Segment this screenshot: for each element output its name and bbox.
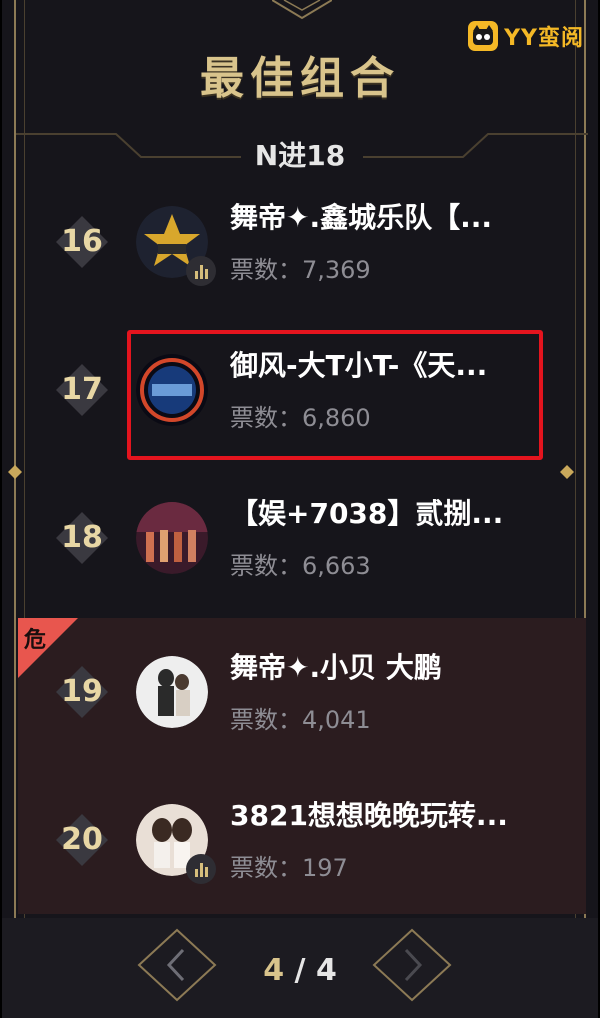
avatar[interactable] [136, 656, 208, 728]
ranking-panel: YY蛮阅 最佳组合 N进18 16 舞帝✦.鑫城乐队【... 票数：7,369 … [0, 0, 600, 1018]
rank-badge: 18 [54, 510, 110, 566]
total-pages: 4 [315, 953, 337, 988]
rank-number: 18 [61, 520, 103, 555]
rank-number: 17 [61, 372, 103, 407]
list-item[interactable]: 16 舞帝✦.鑫城乐队【... 票数：7,369 [18, 168, 586, 316]
rank-badge: 20 [54, 812, 110, 868]
avatar[interactable] [136, 502, 208, 574]
list-item-danger[interactable]: 危 19 舞帝✦.小贝 大鹏 票数：4,041 [18, 618, 586, 766]
current-page: 4 [263, 953, 285, 988]
list-item[interactable]: 18 【娱+7038】贰捌... 票数：6,663 [18, 464, 586, 612]
live-bars-icon [186, 256, 216, 286]
danger-label: 危 [24, 628, 47, 653]
list-item[interactable]: 20 3821想想晚晚玩转... 票数：197 [18, 766, 586, 914]
rank-badge: 19 [54, 664, 110, 720]
rank-number: 16 [61, 224, 103, 259]
page-title: 最佳组合 [200, 53, 400, 104]
group-name: 舞帝✦.鑫城乐队【... [230, 201, 493, 234]
group-name: 舞帝✦.小贝 大鹏 [230, 651, 442, 684]
page-indicator: 4 / 4 [2, 953, 598, 988]
group-name: 【娱+7038】贰捌... [230, 497, 504, 530]
rank-number: 19 [61, 674, 103, 709]
left-diamond-ornament [8, 465, 22, 479]
vote-count: 票数：7,369 [230, 256, 371, 284]
vote-count: 票数：6,663 [230, 552, 371, 580]
highlight-box [127, 330, 543, 460]
rank-number: 20 [61, 822, 103, 857]
rank-badge: 17 [54, 362, 110, 418]
right-diamond-ornament [560, 465, 574, 479]
next-page-button[interactable] [372, 928, 452, 1002]
rank-badge: 16 [54, 214, 110, 270]
vote-count: 票数：197 [230, 854, 348, 882]
vote-count: 票数：4,041 [230, 706, 371, 734]
group-name: 3821想想晚晚玩转... [230, 799, 508, 832]
page-separator: / [294, 953, 306, 988]
top-notch-ornament [272, 0, 332, 20]
live-bars-icon [186, 854, 216, 884]
